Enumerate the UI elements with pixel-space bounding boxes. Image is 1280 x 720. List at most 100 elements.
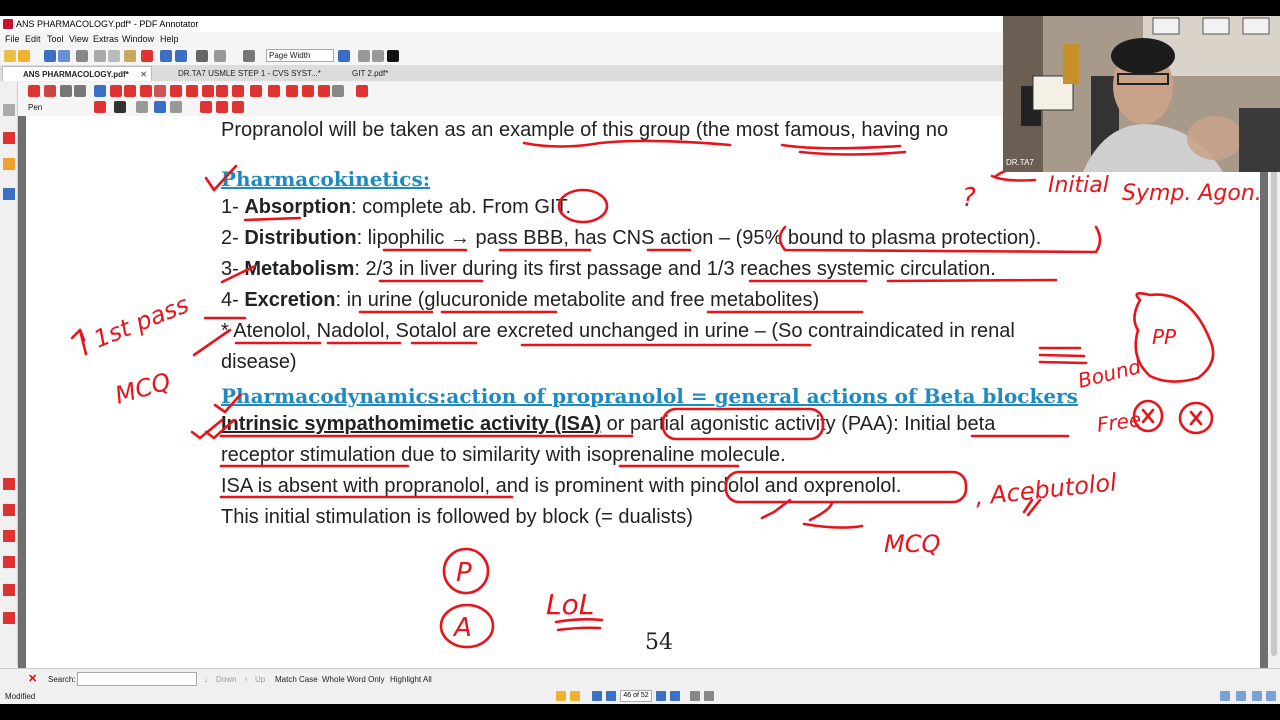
ellipse-tool-icon[interactable] bbox=[216, 85, 228, 97]
add-page-icon[interactable] bbox=[338, 50, 350, 62]
redo-icon[interactable] bbox=[175, 50, 187, 62]
close-search-icon[interactable]: ✕ bbox=[28, 672, 37, 685]
first-page-icon[interactable] bbox=[592, 691, 602, 701]
find-icon[interactable] bbox=[196, 50, 208, 62]
save-icon[interactable] bbox=[44, 50, 56, 62]
page-indicator[interactable]: 46 of 52 bbox=[620, 690, 652, 702]
tab-ans-pharmacology[interactable]: ANS PHARMACOLOGY.pdf* ✕ bbox=[2, 66, 152, 81]
zoom-mode-select[interactable]: Page Width bbox=[266, 49, 334, 62]
menu-file[interactable]: File bbox=[5, 34, 20, 44]
save-all-icon[interactable] bbox=[58, 50, 70, 62]
polygon-tool-icon[interactable] bbox=[232, 85, 244, 97]
arrow-tool-icon[interactable] bbox=[186, 85, 198, 97]
whole-word-option[interactable]: Whole Word Only bbox=[322, 675, 385, 684]
match-case-option[interactable]: Match Case bbox=[275, 675, 318, 684]
line-style-icon[interactable] bbox=[136, 101, 148, 113]
note-line-2: disease) bbox=[221, 351, 297, 373]
tab-git2[interactable]: GIT 2.pdf* bbox=[332, 66, 422, 81]
view-mode-icon[interactable] bbox=[358, 50, 370, 62]
app-icon bbox=[3, 19, 13, 29]
single-page-view-icon[interactable] bbox=[1220, 691, 1230, 701]
menu-view[interactable]: View bbox=[69, 34, 88, 44]
pen-color-icon[interactable] bbox=[94, 101, 106, 113]
rectangle-tool-icon[interactable] bbox=[202, 85, 214, 97]
search-down-button[interactable]: Down bbox=[216, 675, 236, 684]
facing-view-icon[interactable] bbox=[1266, 691, 1276, 701]
highlight-all-option[interactable]: Highlight All bbox=[390, 675, 432, 684]
next-page-icon[interactable] bbox=[656, 691, 666, 701]
menu-help[interactable]: Help bbox=[160, 34, 179, 44]
bookmarks-icon[interactable] bbox=[3, 158, 15, 170]
pointer-icon[interactable] bbox=[44, 85, 56, 97]
text-tool-icon[interactable] bbox=[124, 85, 136, 97]
pen-tool-icon[interactable] bbox=[94, 85, 106, 97]
favorites-icon[interactable] bbox=[356, 85, 368, 97]
pen-favorite-icon[interactable] bbox=[3, 504, 15, 516]
highlighter-favorite-icon[interactable] bbox=[3, 530, 15, 542]
annotations-icon[interactable] bbox=[3, 132, 15, 144]
undo-icon[interactable] bbox=[160, 50, 172, 62]
tab-usmle-cvs[interactable]: DR.TA7 USMLE STEP 1 - CVS SYST...* bbox=[158, 66, 328, 81]
search-input[interactable] bbox=[77, 672, 197, 686]
fullscreen-icon[interactable] bbox=[372, 50, 384, 62]
arrow-favorite-icon[interactable] bbox=[3, 612, 15, 624]
vertical-scrollbar[interactable] bbox=[1268, 116, 1280, 668]
menu-window[interactable]: Window bbox=[122, 34, 154, 44]
color-picker-icon[interactable] bbox=[332, 85, 344, 97]
cut-icon[interactable] bbox=[94, 50, 106, 62]
menu-extras[interactable]: Extras bbox=[93, 34, 119, 44]
font-size-icon[interactable] bbox=[216, 101, 228, 113]
item-number: 1- bbox=[221, 196, 245, 218]
lasso-icon[interactable] bbox=[268, 85, 280, 97]
open-folder-icon[interactable] bbox=[556, 691, 566, 701]
search-up-arrow-icon[interactable]: ↑ bbox=[244, 675, 248, 684]
zoom-tool-icon[interactable] bbox=[74, 85, 86, 97]
menu-tool[interactable]: Tool bbox=[47, 34, 64, 44]
links-icon[interactable] bbox=[3, 188, 15, 200]
select-arrow-icon[interactable] bbox=[28, 85, 40, 97]
last-page-icon[interactable] bbox=[670, 691, 680, 701]
two-page-view-icon[interactable] bbox=[1252, 691, 1262, 701]
close-icon[interactable]: ✕ bbox=[140, 67, 147, 82]
line-tool-icon[interactable] bbox=[170, 85, 182, 97]
paste-icon[interactable] bbox=[124, 50, 136, 62]
link-tool-icon[interactable] bbox=[250, 85, 262, 97]
search-up-button[interactable]: Up bbox=[255, 675, 265, 684]
stamp-icon[interactable] bbox=[140, 85, 152, 97]
previous-page-icon[interactable] bbox=[606, 691, 616, 701]
delete-icon[interactable] bbox=[141, 50, 153, 62]
isa-line-1: Intrinsic sympathomimetic activity (ISA)… bbox=[221, 413, 995, 436]
signature-icon[interactable] bbox=[318, 85, 330, 97]
zoom-icon[interactable] bbox=[243, 50, 255, 62]
search-down-arrow-icon[interactable]: ↓ bbox=[204, 675, 208, 684]
copy-icon[interactable] bbox=[108, 50, 120, 62]
smooth-pen-icon[interactable] bbox=[154, 101, 166, 113]
highlighter-icon[interactable] bbox=[110, 85, 122, 97]
camera-icon[interactable] bbox=[286, 85, 298, 97]
image-favorite-icon[interactable] bbox=[3, 556, 15, 568]
back-icon[interactable] bbox=[690, 691, 700, 701]
stamp-favorite-icon[interactable] bbox=[3, 584, 15, 596]
hand-icon[interactable] bbox=[60, 85, 72, 97]
thumbnails-icon[interactable] bbox=[3, 104, 15, 116]
scroll-thumb[interactable] bbox=[1271, 136, 1277, 656]
continuous-view-icon[interactable] bbox=[1236, 691, 1246, 701]
print-icon[interactable] bbox=[76, 50, 88, 62]
item-number: 2- bbox=[221, 227, 245, 249]
text-style-icon[interactable] bbox=[232, 101, 244, 113]
page-layout-icon[interactable] bbox=[214, 50, 226, 62]
forward-icon[interactable] bbox=[704, 691, 714, 701]
recent-icon[interactable] bbox=[570, 691, 580, 701]
font-icon[interactable] bbox=[200, 101, 212, 113]
distribution-term: Distribution bbox=[244, 227, 357, 249]
line-width-icon[interactable] bbox=[114, 101, 126, 113]
menu-edit[interactable]: Edit bbox=[25, 34, 41, 44]
favorites-heart-icon[interactable] bbox=[3, 478, 15, 490]
open-icon[interactable] bbox=[18, 50, 30, 62]
eraser-icon[interactable] bbox=[154, 85, 166, 97]
status-bar: Modified 46 of 52 bbox=[0, 688, 1280, 704]
presentation-icon[interactable] bbox=[387, 50, 399, 62]
new-icon[interactable] bbox=[4, 50, 16, 62]
straight-pen-icon[interactable] bbox=[170, 101, 182, 113]
image-icon[interactable] bbox=[302, 85, 314, 97]
